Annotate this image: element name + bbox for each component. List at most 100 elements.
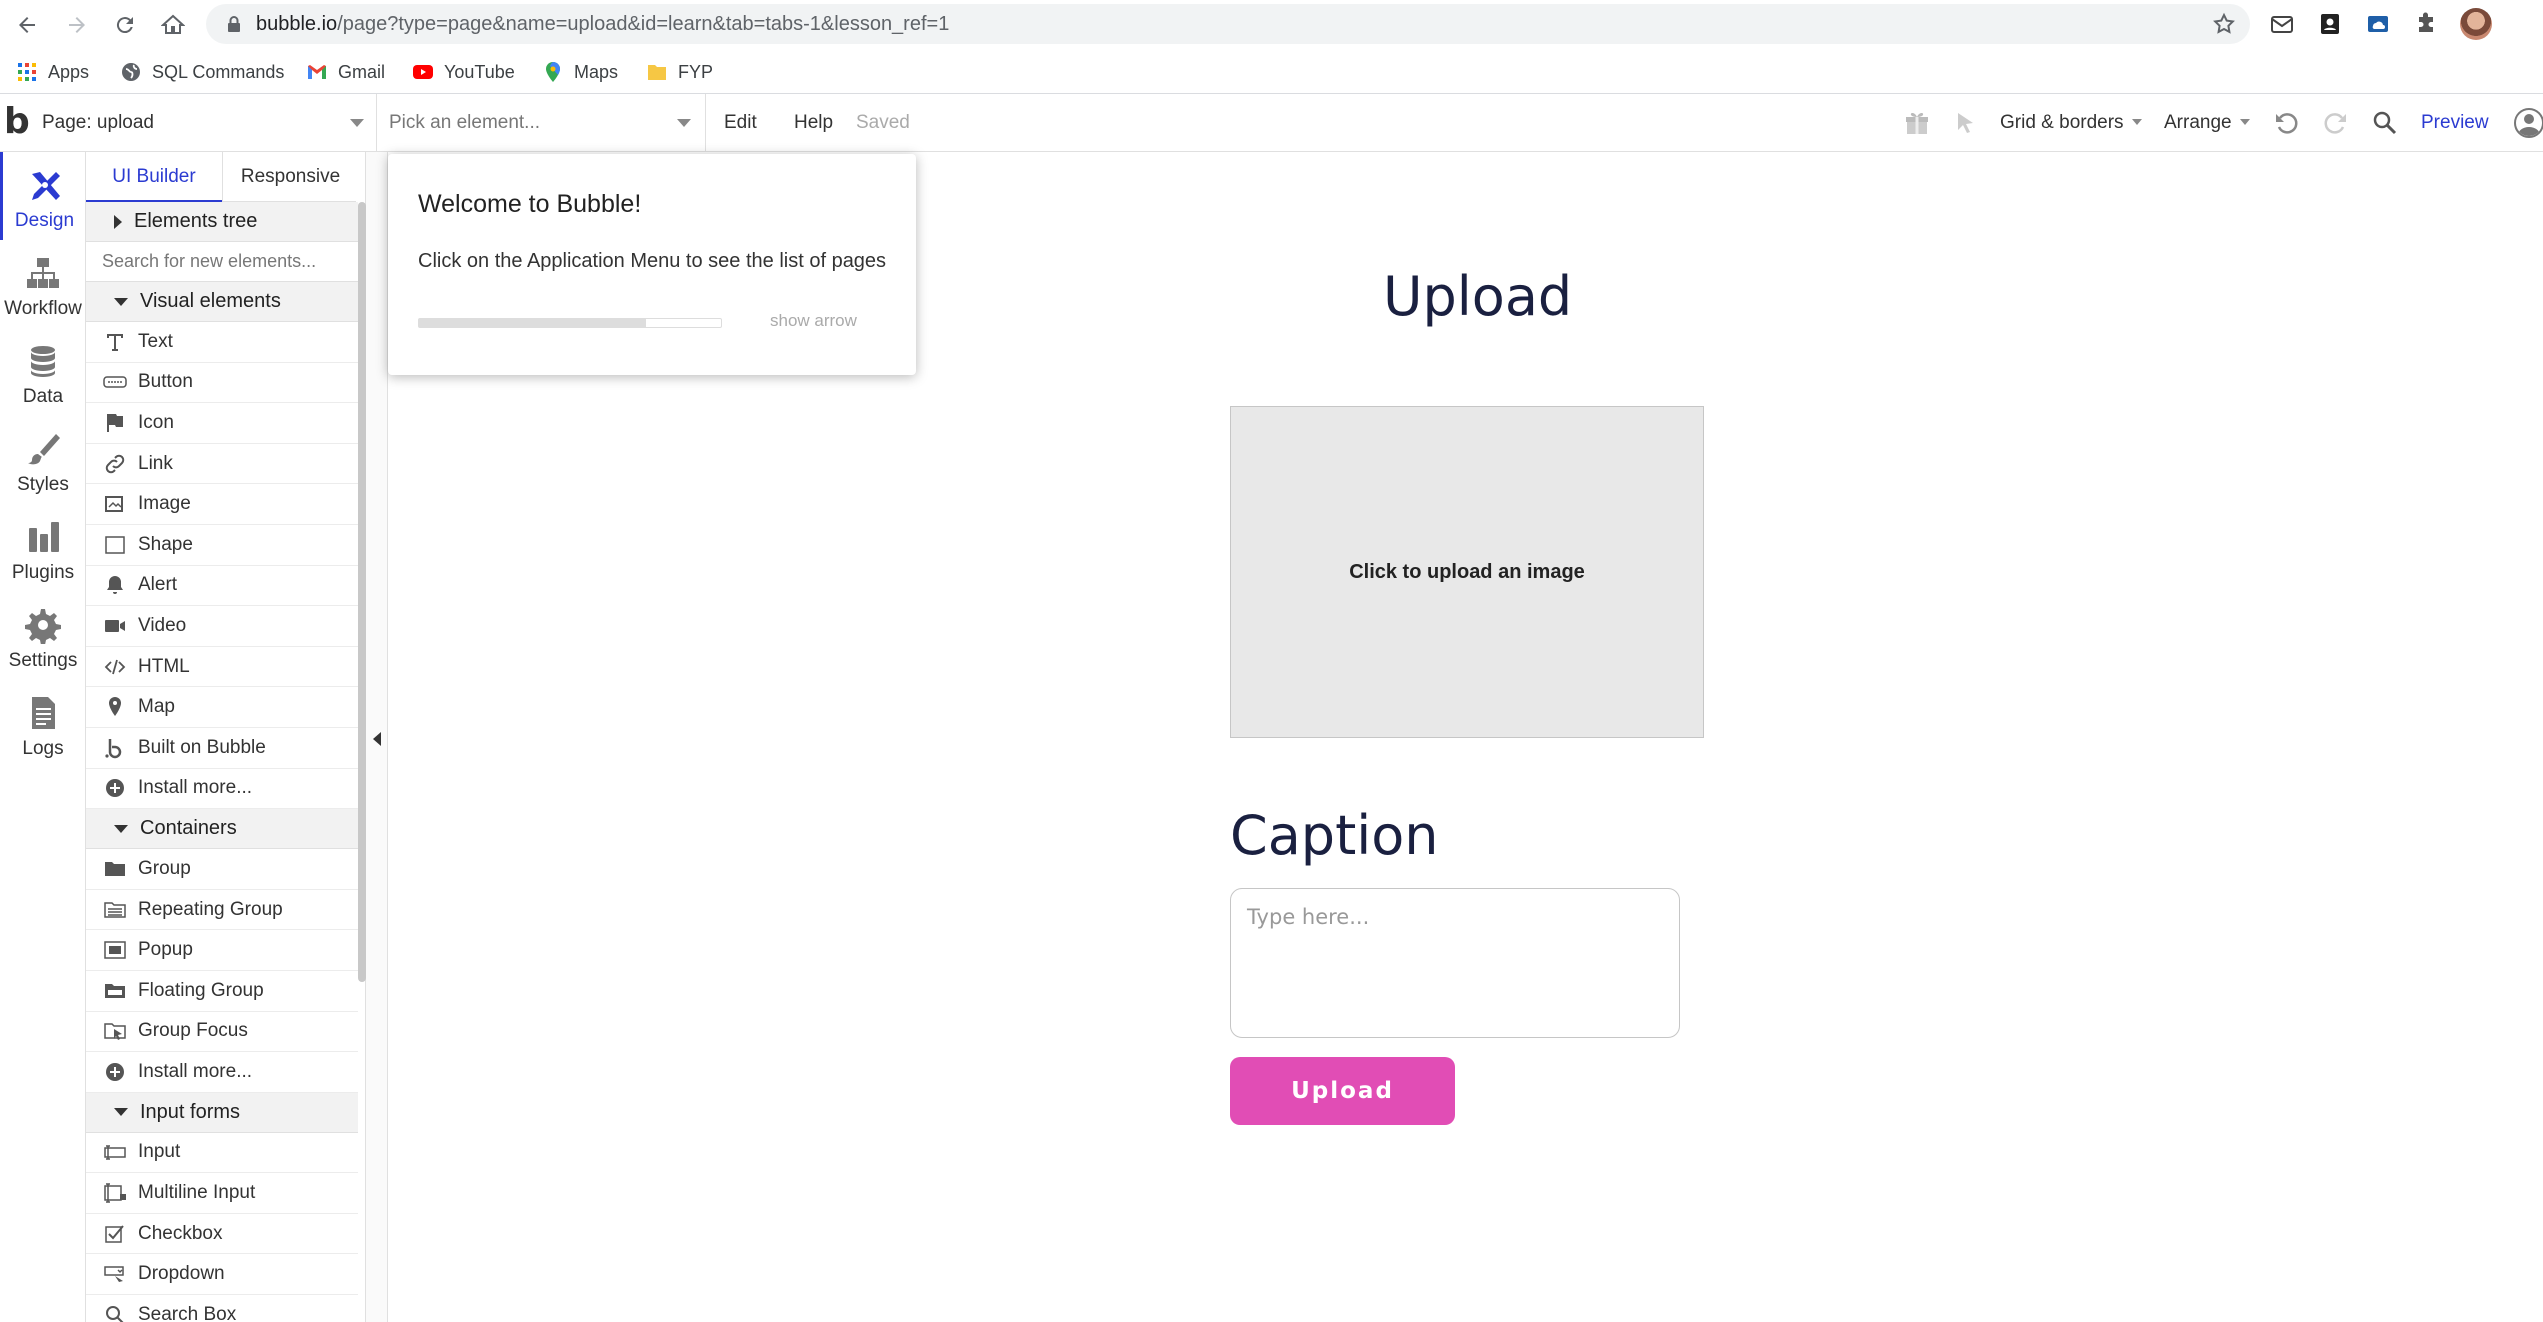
undo-icon[interactable] bbox=[2272, 108, 2302, 138]
palette-item-install-more-visual[interactable]: Install more... bbox=[86, 769, 358, 810]
containers-header[interactable]: Containers bbox=[86, 809, 358, 850]
palette-item-dropdown[interactable]: Dropdown bbox=[86, 1254, 358, 1296]
palette-item-group[interactable]: Group bbox=[86, 849, 358, 890]
palette-item-repeating-group[interactable]: Repeating Group bbox=[86, 890, 358, 931]
workflow-icon bbox=[27, 258, 59, 288]
visual-elements-header[interactable]: Visual elements bbox=[86, 282, 358, 322]
tab-responsive[interactable]: Responsive bbox=[222, 152, 358, 202]
database-icon bbox=[31, 346, 55, 377]
palette-item-text[interactable]: Text bbox=[86, 322, 358, 363]
contacts-extension-icon[interactable] bbox=[2316, 10, 2344, 38]
help-menu[interactable]: Help bbox=[794, 94, 833, 152]
element-picker[interactable]: Pick an element... bbox=[376, 94, 706, 152]
rail-workflow[interactable]: Workflow bbox=[0, 240, 86, 328]
chevron-down-icon bbox=[677, 119, 691, 127]
palette-item-built-on-bubble[interactable]: Built on Bubble bbox=[86, 728, 358, 769]
gift-icon[interactable] bbox=[1902, 108, 1932, 138]
bubble-logo[interactable]: b bbox=[4, 102, 30, 142]
rail-settings[interactable]: Settings bbox=[0, 592, 86, 680]
text-icon bbox=[102, 330, 128, 354]
chevron-down-icon bbox=[114, 824, 128, 833]
preview-button[interactable]: Preview bbox=[2421, 94, 2489, 152]
caption-label[interactable]: Caption bbox=[1230, 804, 1439, 867]
palette-item-map[interactable]: Map bbox=[86, 687, 358, 728]
home-icon[interactable] bbox=[156, 8, 190, 42]
code-icon bbox=[102, 655, 128, 679]
bookmark-sql-commands[interactable]: SQL Commands bbox=[120, 50, 284, 94]
editor-topbar: b Page: upload Pick an element... Edit H… bbox=[0, 94, 2543, 152]
rail-plugins[interactable]: Plugins bbox=[0, 504, 86, 592]
floating-group-icon bbox=[102, 979, 128, 1003]
plugins-icon bbox=[29, 522, 59, 552]
mail-extension-icon[interactable] bbox=[2268, 10, 2296, 38]
puzzle-extensions-icon[interactable] bbox=[2412, 10, 2440, 38]
element-palette: UI Builder Responsive Elements tree Sear… bbox=[86, 152, 366, 1322]
bubble-b-icon bbox=[102, 736, 128, 760]
saved-status: Saved bbox=[856, 112, 910, 133]
elements-tree-toggle[interactable]: Elements tree bbox=[86, 202, 358, 242]
redo-icon[interactable] bbox=[2320, 108, 2350, 138]
edit-menu[interactable]: Edit bbox=[724, 94, 757, 152]
welcome-popover: Welcome to Bubble! Click on the Applicat… bbox=[388, 154, 916, 375]
tab-ui-builder[interactable]: UI Builder bbox=[86, 152, 222, 202]
bookmark-star-icon[interactable] bbox=[2212, 12, 2236, 36]
rail-styles[interactable]: Styles bbox=[0, 416, 86, 504]
palette-item-alert[interactable]: Alert bbox=[86, 566, 358, 607]
palette-item-video[interactable]: Video bbox=[86, 606, 358, 647]
input-forms-header[interactable]: Input forms bbox=[86, 1092, 358, 1133]
link-icon bbox=[102, 452, 128, 476]
palette-item-html[interactable]: HTML bbox=[86, 647, 358, 688]
chevron-down-icon bbox=[2132, 119, 2142, 125]
bookmark-youtube[interactable]: YouTube bbox=[412, 50, 515, 94]
palette-item-search-box[interactable]: Search Box bbox=[86, 1295, 358, 1322]
rail-design[interactable]: Design bbox=[0, 152, 86, 240]
palette-item-floating-group[interactable]: Floating Group bbox=[86, 971, 358, 1012]
palette-item-group-focus[interactable]: Group Focus bbox=[86, 1012, 358, 1053]
back-icon[interactable] bbox=[10, 8, 44, 42]
pointer-icon[interactable] bbox=[1950, 108, 1980, 138]
caption-input[interactable]: Type here... bbox=[1230, 888, 1680, 1038]
browser-toolbar: bubble.io/page?type=page&name=upload&id=… bbox=[0, 0, 2543, 50]
profile-avatar[interactable] bbox=[2460, 8, 2492, 40]
palette-item-link[interactable]: Link bbox=[86, 444, 358, 485]
forward-icon[interactable] bbox=[60, 8, 94, 42]
tutorial-progress-fill bbox=[419, 319, 646, 327]
flag-icon bbox=[102, 411, 128, 435]
palette-collapse-handle[interactable] bbox=[366, 152, 388, 1322]
editor-rail: Design Workflow Data Styles Plugins Sett… bbox=[0, 152, 86, 1322]
rail-data[interactable]: Data bbox=[0, 328, 86, 416]
palette-item-shape[interactable]: Shape bbox=[86, 525, 358, 566]
bell-icon bbox=[102, 573, 128, 597]
grid-borders-dropdown[interactable]: Grid & borders bbox=[2000, 94, 2142, 152]
bookmark-gmail[interactable]: Gmail bbox=[306, 50, 385, 94]
rail-logs[interactable]: Logs bbox=[0, 680, 86, 768]
palette-item-checkbox[interactable]: Checkbox bbox=[86, 1214, 358, 1255]
palette-item-image[interactable]: Image bbox=[86, 484, 358, 525]
palette-item-input[interactable]: Input bbox=[86, 1133, 358, 1174]
show-arrow-link[interactable]: show arrow bbox=[770, 311, 857, 331]
page-selector[interactable]: Page: upload bbox=[42, 94, 372, 152]
palette-item-popup[interactable]: Popup bbox=[86, 930, 358, 971]
bookmark-fyp[interactable]: FYP bbox=[646, 50, 713, 94]
account-avatar-icon[interactable] bbox=[2514, 108, 2543, 138]
palette-item-icon[interactable]: Icon bbox=[86, 403, 358, 444]
search-icon[interactable] bbox=[2370, 108, 2400, 138]
cloud-extension-icon[interactable] bbox=[2364, 10, 2392, 38]
bookmark-apps[interactable]: Apps bbox=[16, 50, 89, 94]
canvas-title[interactable]: Upload bbox=[1383, 265, 1572, 328]
upload-button[interactable]: Upload bbox=[1230, 1057, 1455, 1125]
element-search-input[interactable]: Search for new elements... bbox=[86, 242, 358, 282]
palette-item-multiline-input[interactable]: Multiline Input bbox=[86, 1173, 358, 1214]
picture-uploader[interactable]: Click to upload an image bbox=[1230, 406, 1704, 738]
arrange-dropdown[interactable]: Arrange bbox=[2164, 94, 2250, 152]
bookmark-maps[interactable]: Maps bbox=[542, 50, 618, 94]
palette-scrollbar[interactable] bbox=[358, 202, 366, 982]
palette-item-button[interactable]: Button bbox=[86, 363, 358, 404]
search-icon bbox=[102, 1303, 128, 1322]
reload-icon[interactable] bbox=[108, 8, 142, 42]
palette-item-install-more-containers[interactable]: Install more... bbox=[86, 1052, 358, 1093]
maps-pin-icon bbox=[542, 61, 564, 83]
address-bar[interactable]: bubble.io/page?type=page&name=upload&id=… bbox=[206, 4, 2250, 44]
button-icon bbox=[102, 370, 128, 394]
chevron-down-icon bbox=[114, 297, 128, 306]
